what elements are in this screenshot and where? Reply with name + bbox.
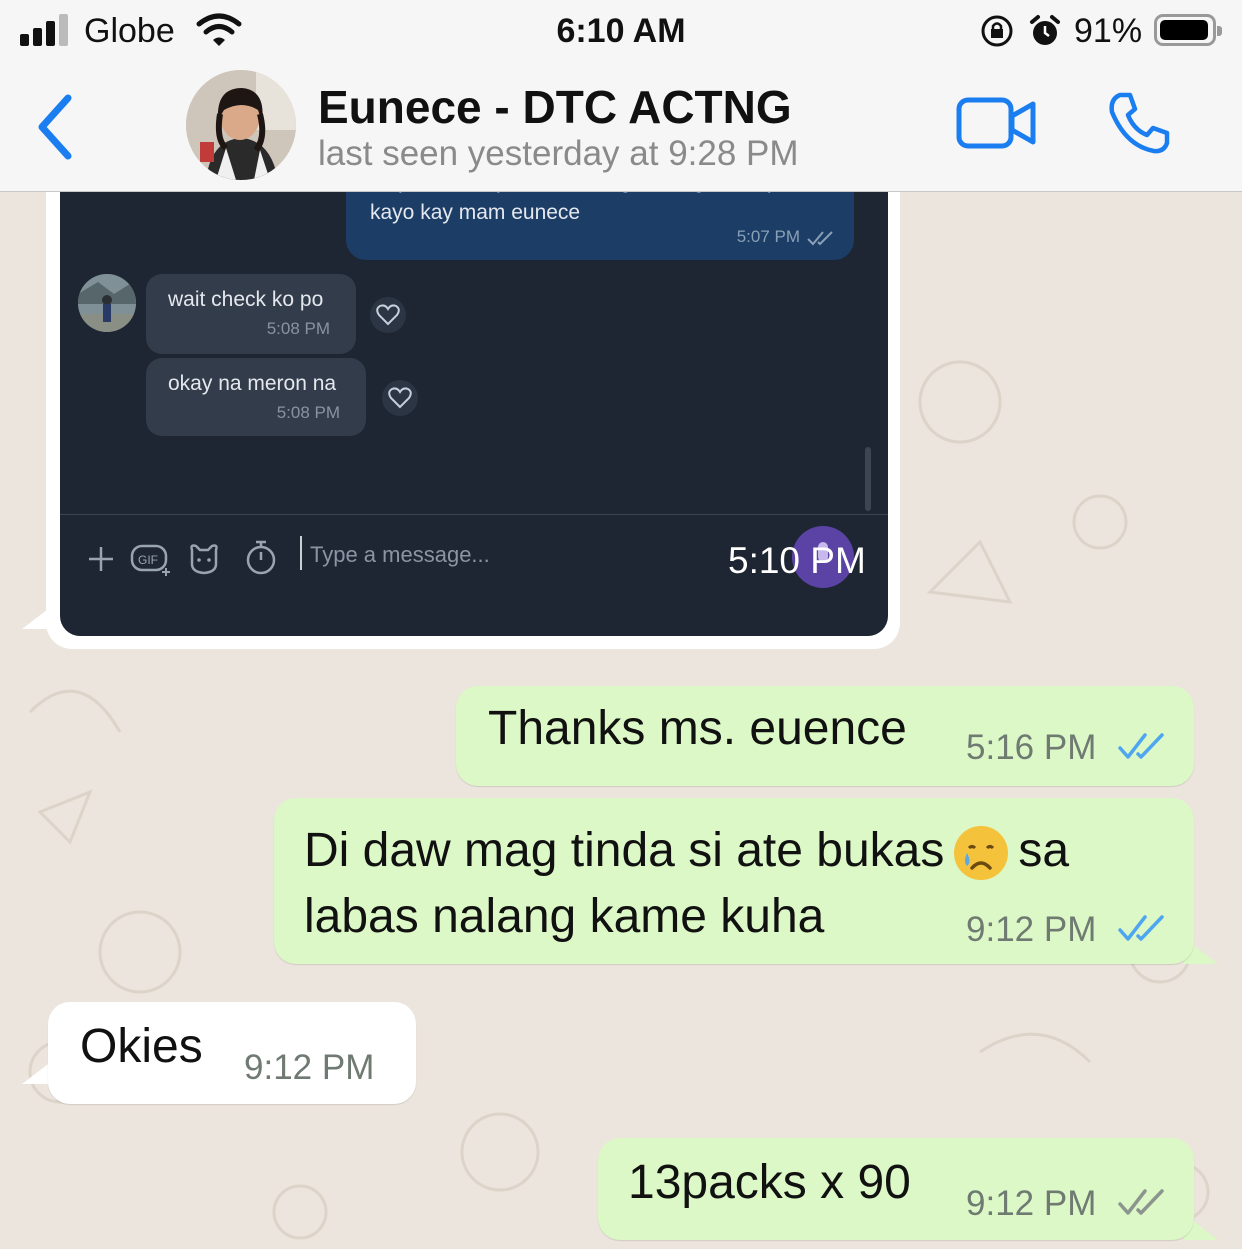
phone-icon[interactable] bbox=[1106, 90, 1172, 156]
screenshot-incoming-text: wait check ko po bbox=[168, 288, 324, 311]
battery-percentage: 91% bbox=[1074, 12, 1143, 50]
contact-name[interactable]: Eunece - DTC ACTNG bbox=[318, 80, 792, 134]
timer-icon bbox=[246, 540, 276, 575]
incoming-message-bubble[interactable]: Okies 9:12 PM bbox=[48, 1002, 416, 1104]
screenshot-incoming-time: 5:08 PM bbox=[266, 319, 330, 338]
screenshot-divider bbox=[60, 514, 888, 515]
screenshot-incoming-message: wait check ko po 5:08 PM bbox=[146, 274, 356, 354]
screenshot-sender-avatar bbox=[78, 274, 136, 332]
read-receipt-icon bbox=[1118, 733, 1164, 759]
read-receipt-icon bbox=[1118, 915, 1164, 941]
screenshot-composer-placeholder: Type a message... bbox=[310, 542, 490, 567]
message-text-line2: labas nalang kame kuha bbox=[304, 890, 825, 943]
screenshot-outgoing-message: sir paconfirm po ito kasi nagmessage daw… bbox=[346, 192, 854, 260]
outgoing-message-bubble[interactable]: Thanks ms. euence 5:16 PM bbox=[456, 686, 1194, 786]
shared-screenshot-image[interactable]: sir paconfirm po ito kasi nagmessage daw… bbox=[60, 192, 888, 636]
message-text: Thanks ms. euence bbox=[488, 702, 907, 755]
image-message-time: 5:10 PM bbox=[728, 540, 866, 581]
battery-icon bbox=[1154, 14, 1222, 46]
message-text-part: sa bbox=[1018, 824, 1070, 877]
status-bar: Globe 6:10 AM 91% bbox=[0, 0, 1242, 62]
heart-react-icon bbox=[370, 297, 406, 333]
message-text: Okies bbox=[80, 1020, 203, 1073]
screenshot-incoming-message: okay na meron na 5:08 PM bbox=[146, 358, 366, 436]
message-time: 9:12 PM bbox=[966, 910, 1097, 949]
screenshot-incoming-text: okay na meron na bbox=[168, 372, 337, 395]
video-call-icon[interactable] bbox=[956, 94, 1036, 152]
screenshot-outgoing-text: sir paconfirm po ito kasi nagmessage daw… bbox=[370, 192, 790, 224]
plus-icon bbox=[89, 547, 113, 571]
heart-react-icon bbox=[382, 380, 418, 416]
chat-header: Eunece - DTC ACTNG last seen yesterday a… bbox=[0, 62, 1242, 192]
message-text: Di daw mag tinda si ate bukas sa bbox=[304, 818, 1069, 884]
chat-area[interactable]: sir paconfirm po ito kasi nagmessage daw… bbox=[0, 192, 1242, 1249]
message-time: 9:12 PM bbox=[966, 1184, 1097, 1223]
screenshot-outgoing-time: 5:07 PM bbox=[736, 227, 800, 246]
message-time: 9:12 PM bbox=[244, 1048, 375, 1087]
sticker-bear-icon bbox=[190, 544, 218, 575]
screenshot-incoming-time: 5:08 PM bbox=[276, 403, 340, 422]
svg-text:GIF: GIF bbox=[138, 553, 158, 567]
rotation-lock-icon bbox=[981, 15, 1013, 47]
last-seen-status: last seen yesterday at 9:28 PM bbox=[318, 134, 799, 173]
screenshot-scrollbar bbox=[865, 447, 871, 511]
alarm-clock-icon bbox=[1030, 15, 1060, 45]
message-text-part: Di daw mag tinda si ate bukas bbox=[304, 824, 945, 877]
gif-icon: GIF bbox=[130, 544, 170, 576]
text-cursor bbox=[300, 536, 302, 570]
contact-avatar[interactable] bbox=[186, 70, 296, 180]
outgoing-message-bubble[interactable]: Di daw mag tinda si ate bukas sa labas na… bbox=[274, 798, 1194, 964]
crying-face-icon bbox=[954, 826, 1009, 881]
outgoing-message-bubble[interactable]: 13packs x 90 9:12 PM bbox=[598, 1138, 1194, 1240]
double-check-icon bbox=[807, 231, 833, 246]
message-text: 13packs x 90 bbox=[628, 1156, 911, 1209]
delivered-receipt-icon bbox=[1118, 1189, 1164, 1215]
chevron-left-icon[interactable] bbox=[30, 92, 80, 162]
message-time: 5:16 PM bbox=[966, 728, 1097, 767]
